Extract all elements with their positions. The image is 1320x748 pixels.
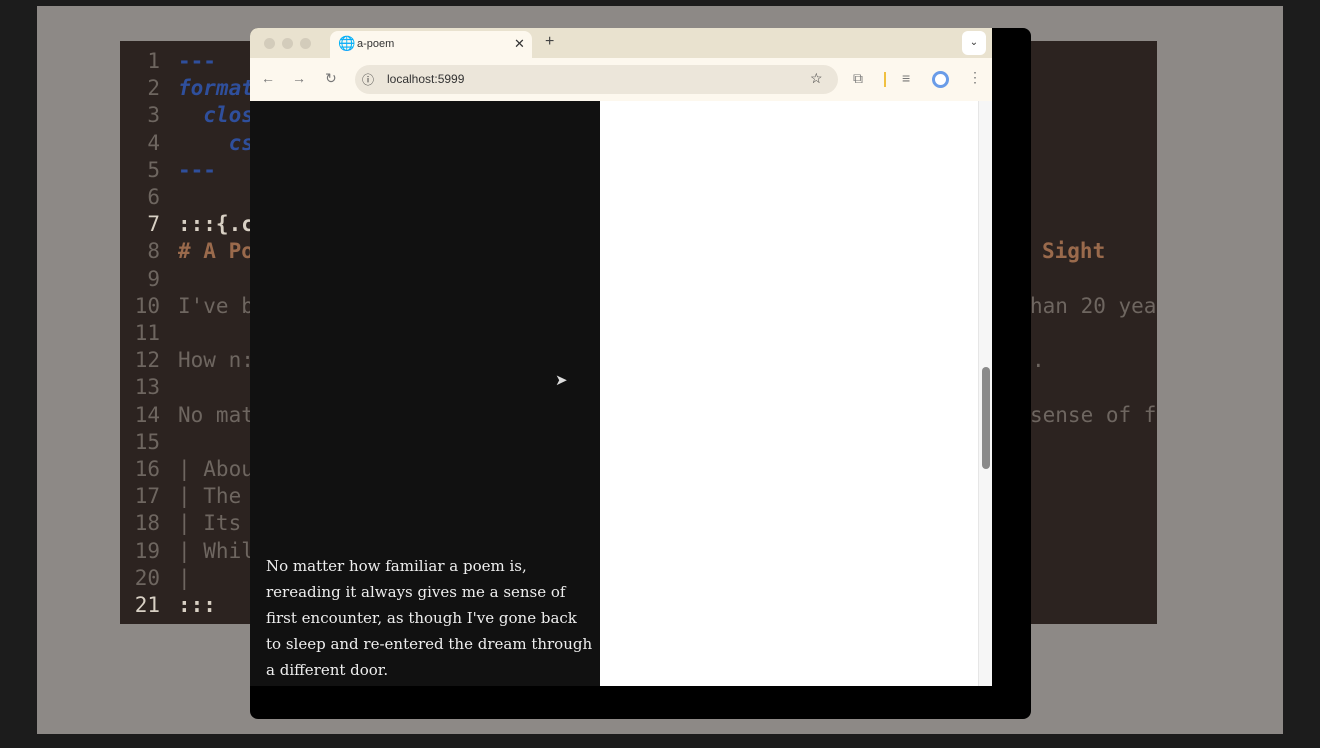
- code-line[interactable]: | Its: [178, 511, 254, 535]
- line-number: 8: [147, 239, 160, 264]
- code-line[interactable]: format: [178, 76, 254, 100]
- globe-icon: 🌐: [338, 35, 356, 51]
- tab-a-poem[interactable]: 🌐 a-poem ✕: [330, 31, 532, 58]
- code-line[interactable]: cs: [178, 131, 254, 155]
- line-number: 7: [147, 212, 160, 237]
- line-number: 16: [134, 457, 160, 481]
- code-line-fragment[interactable]: han 20 yea: [1030, 294, 1156, 318]
- line-number: 19: [134, 538, 160, 563]
- address-bar[interactable]: ⓘ localhost:5999 ☆: [355, 65, 838, 94]
- back-icon[interactable]: ←: [261, 70, 275, 86]
- profile-icon[interactable]: [932, 71, 949, 88]
- minimize-window-button[interactable]: [282, 38, 293, 49]
- code-line[interactable]: No mat: [178, 403, 254, 427]
- scrollbar-thumb[interactable]: [982, 366, 990, 469]
- line-number: 10: [134, 293, 160, 318]
- chevron-down-icon[interactable]: ⌄: [962, 31, 986, 55]
- code-line[interactable]: | Abou: [178, 457, 254, 481]
- info-icon[interactable]: ⓘ: [362, 71, 374, 88]
- code-line-fragment[interactable]: sense of f: [1030, 403, 1156, 427]
- scrollbar[interactable]: [978, 101, 992, 686]
- extensions-icon[interactable]: ⧉: [853, 70, 863, 87]
- line-number: 3: [147, 103, 160, 128]
- close-icon[interactable]: ✕: [514, 36, 525, 52]
- code-line[interactable]: clos: [178, 103, 254, 127]
- line-number: 12: [134, 348, 160, 373]
- code-line[interactable]: | Whil: [178, 539, 254, 563]
- poem-dark-panel: No matter how familiar a poem is, reread…: [250, 101, 600, 686]
- forward-icon[interactable]: →: [292, 70, 306, 86]
- page-white-panel: [600, 101, 992, 686]
- reload-icon[interactable]: ↻: [325, 70, 337, 87]
- line-number: 6: [147, 185, 160, 209]
- line-number: 13: [134, 375, 160, 400]
- code-line[interactable]: | The: [178, 484, 254, 508]
- code-line[interactable]: How n:: [178, 348, 254, 372]
- browser-toolbar: ← → ↻ ⓘ localhost:5999 ☆ ⧉ ≡ ⋮: [250, 58, 992, 101]
- tab-strip: 🌐 a-poem ✕ + ⌄: [250, 28, 992, 58]
- line-number: 20: [134, 565, 160, 590]
- line-number: 2: [147, 76, 160, 101]
- line-number: 1: [147, 49, 160, 73]
- url-text[interactable]: localhost:5999: [387, 72, 464, 86]
- plus-icon[interactable]: +: [545, 33, 554, 51]
- browser-window: 🌐 a-poem ✕ + ⌄ ← → ↻ ⓘ localhost:5999 ☆ …: [250, 28, 1031, 719]
- line-number: 4: [147, 130, 160, 155]
- line-number: 18: [134, 511, 160, 536]
- line-number: 5: [147, 157, 160, 182]
- star-icon[interactable]: ☆: [810, 70, 823, 87]
- code-line[interactable]: ---: [178, 158, 216, 182]
- maximize-window-button[interactable]: [300, 38, 311, 49]
- code-line-fragment[interactable]: Sight: [1042, 239, 1105, 263]
- poem-text: No matter how familiar a poem is, reread…: [266, 557, 593, 679]
- line-number: 11: [134, 321, 160, 345]
- code-line[interactable]: :::: [178, 593, 216, 617]
- mouse-cursor-icon: ➤: [555, 372, 568, 389]
- code-line[interactable]: ---: [178, 49, 216, 73]
- code-line[interactable]: I've b: [178, 294, 254, 318]
- line-number: 14: [134, 402, 160, 427]
- line-number: 9: [147, 266, 160, 291]
- media-icon[interactable]: ≡: [902, 70, 910, 86]
- divider: [884, 72, 886, 87]
- menu-icon[interactable]: ⋮: [968, 69, 982, 86]
- code-line[interactable]: # A Po: [178, 239, 254, 263]
- code-line[interactable]: |: [178, 566, 191, 590]
- tab-title: a-poem: [357, 38, 395, 50]
- code-line-fragment[interactable]: .: [1032, 348, 1045, 372]
- code-line[interactable]: :::{.c: [178, 212, 254, 236]
- close-window-button[interactable]: [264, 38, 275, 49]
- line-number: 17: [134, 484, 160, 509]
- line-number: 15: [134, 429, 160, 454]
- line-number: 21: [134, 593, 160, 617]
